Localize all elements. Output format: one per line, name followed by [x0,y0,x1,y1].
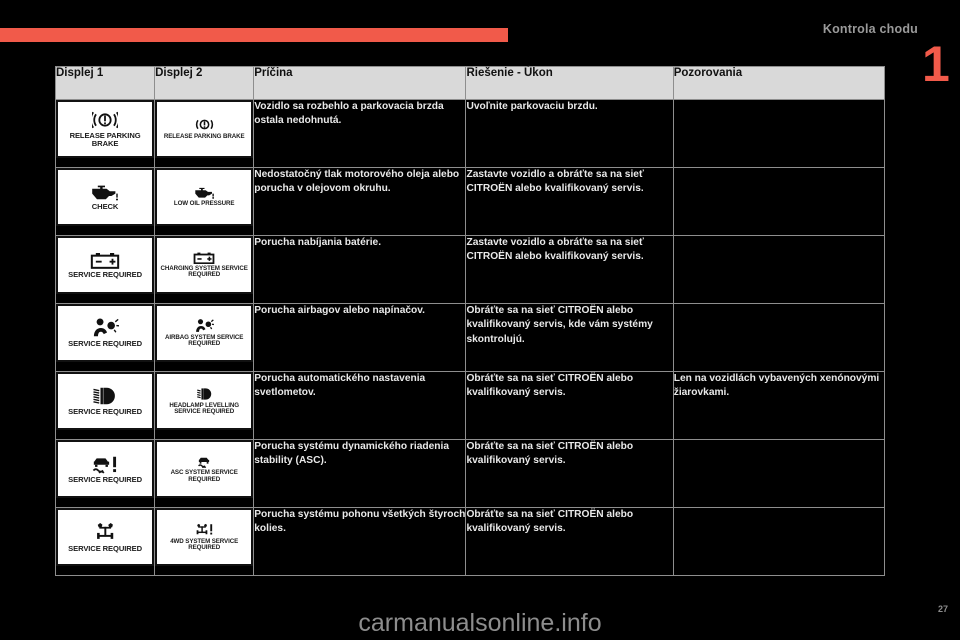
table-row: SERVICE REQUIRED AIRBAG SYSTEM SERVICE R… [54,303,886,372]
table-header-row: Displej 1 Displej 2 Príčina Riešenie - Ú… [54,66,886,100]
warning-tile: HEADLAMP LEVELLING SERVICE REQUIRED [155,372,254,430]
accent-bar [0,28,508,42]
cause-cell: Porucha automatického nastavenia svetlom… [253,371,467,440]
solution-cell: Zastavte vozidlo a obráťte sa na sieť CI… [465,167,674,236]
asc-stability-icon [195,455,213,469]
headlamp-levelling-icon [91,386,119,406]
cause-cell: Porucha airbagov alebo napínačov. [253,303,467,372]
solution-cell: Obráťte sa na sieť CITROËN alebo kvalifi… [465,303,674,372]
observations-cell [672,167,886,236]
chapter-number: 1 [922,36,950,92]
tile-caption: RELEASE PARKING BRAKE [163,133,245,141]
brake-warning-icon [89,110,121,130]
observations-cell [672,303,886,372]
headlamp-levelling-icon [195,387,214,401]
display1-cell: CHECK [54,167,156,236]
tile-caption: CHECK [91,202,119,212]
display1-cell: SERVICE REQUIRED [54,507,156,576]
display2-cell: LOW OIL PRESSURE [154,167,255,236]
manual-page: { "page": { "chapter_title": "Kontrola c… [0,0,960,640]
warning-tile: RELEASE PARKING BRAKE [155,100,254,158]
warning-tile: LOW OIL PRESSURE [155,168,254,226]
cause-cell: Porucha systému pohonu všetkých štyroch … [253,507,467,576]
table-row: SERVICE REQUIRED CHARGING SYSTEM SERVICE… [54,235,886,304]
solution-cell: Zastavte vozidlo a obráťte sa na sieť CI… [465,235,674,304]
airbag-icon [91,318,120,338]
tile-caption: 4WD SYSTEM SERVICE REQUIRED [170,537,239,551]
cause-cell: Porucha systému dynamického riadenia sta… [253,439,467,508]
watermark: carmanualsonline.info [358,609,602,637]
column-header-cause: Príčina [253,66,467,100]
display2-cell: ASC SYSTEM SERVICE REQUIRED [154,439,255,508]
display2-cell: AIRBAG SYSTEM SERVICE REQUIRED [154,303,255,372]
tile-caption: SERVICE REQUIRED [68,543,142,553]
warning-tile: SERVICE REQUIRED [56,372,155,430]
tile-caption: HEADLAMP LEVELLING SERVICE REQUIRED [169,401,239,415]
warning-tile: SERVICE REQUIRED [56,440,155,498]
solution-cell: Obráťte sa na sieť CITROËN alebo kvalifi… [465,439,674,508]
cause-cell: Vozidlo sa rozbehlo a parkovacia brzda o… [253,99,467,168]
observations-cell [672,507,886,576]
tile-caption: CHARGING SYSTEM SERVICE REQUIRED [160,264,248,278]
column-header-solution: Riešenie - Úkon [465,66,674,100]
warning-tile: RELEASE PARKING BRAKE [56,100,155,158]
asc-stability-icon [91,454,120,474]
warning-tile: SERVICE REQUIRED [56,236,155,294]
warning-tile: 4WD SYSTEM SERVICE REQUIRED [155,508,254,566]
display1-cell: SERVICE REQUIRED [54,371,156,440]
display1-cell: SERVICE REQUIRED [54,235,156,304]
brake-warning-icon [195,117,214,132]
table-row: SERVICE REQUIRED HEADLAMP LEVELLING SERV… [54,371,886,440]
tile-caption: LOW OIL PRESSURE [173,200,235,208]
warning-tile: SERVICE REQUIRED [56,508,155,566]
warning-tile: AIRBAG SYSTEM SERVICE REQUIRED [155,304,254,362]
table-body: RELEASE PARKING BRAKE RELEASE PARKING BR… [54,99,886,576]
oil-can-icon [193,186,216,200]
column-header-observations: Pozorovania [672,66,886,100]
tile-caption: AIRBAG SYSTEM SERVICE REQUIRED [165,333,244,347]
display2-cell: CHARGING SYSTEM SERVICE REQUIRED [154,235,255,304]
display1-cell: SERVICE REQUIRED [54,303,156,372]
tile-caption: SERVICE REQUIRED [68,339,142,349]
solution-cell: Obráťte sa na sieť CITROËN alebo kvalifi… [465,371,674,440]
column-header-display1: Displej 1 [54,66,156,100]
battery-icon [90,252,120,269]
observations-cell [672,235,886,304]
warning-tile: CHECK [56,168,155,226]
display2-cell: 4WD SYSTEM SERVICE REQUIRED [154,507,255,576]
table-head: Displej 1 Displej 2 Príčina Riešenie - Ú… [54,66,886,100]
tile-caption: ASC SYSTEM SERVICE REQUIRED [170,469,238,483]
display1-cell: RELEASE PARKING BRAKE [54,99,156,168]
tile-caption: SERVICE REQUIRED [68,407,142,417]
chapter-title: Kontrola chodu [822,22,918,36]
oil-can-icon [89,183,121,201]
four-wheel-drive-icon [194,523,215,537]
display1-cell: SERVICE REQUIRED [54,439,156,508]
four-wheel-drive-icon [92,522,118,543]
table-row: RELEASE PARKING BRAKE RELEASE PARKING BR… [54,99,886,168]
table-row: SERVICE REQUIRED 4WD SYSTEM SERVICE REQU… [54,507,886,576]
battery-icon [193,252,215,264]
display2-cell: HEADLAMP LEVELLING SERVICE REQUIRED [154,371,255,440]
cause-cell: Nedostatočný tlak motorového oleja alebo… [253,167,467,236]
observations-cell [672,439,886,508]
cause-cell: Porucha nabíjania batérie. [253,235,467,304]
observations-cell: Len na vozidlách vybavených xenónovými ž… [672,371,886,440]
warning-lights-table-wrapper: Displej 1 Displej 2 Príčina Riešenie - Ú… [54,66,886,576]
table-row: SERVICE REQUIRED ASC SYSTEM SERVICE REQU… [54,439,886,508]
table-row: CHECK LOW OIL PRESSURE Nedostatočný tlak… [54,167,886,236]
observations-cell [672,99,886,168]
warning-tile: ASC SYSTEM SERVICE REQUIRED [155,440,254,498]
column-header-display2: Displej 2 [154,66,255,100]
display2-cell: RELEASE PARKING BRAKE [154,99,255,168]
warning-lights-table: Displej 1 Displej 2 Príčina Riešenie - Ú… [54,66,886,576]
tile-caption: SERVICE REQUIRED [68,475,142,485]
tile-caption: SERVICE REQUIRED [68,269,142,279]
airbag-icon [194,318,215,333]
tile-caption: RELEASE PARKING BRAKE [69,131,141,148]
solution-cell: Uvoľnite parkovaciu brzdu. [465,99,674,168]
warning-tile: CHARGING SYSTEM SERVICE REQUIRED [155,236,254,294]
solution-cell: Obráťte sa na sieť CITROËN alebo kvalifi… [465,507,674,576]
warning-tile: SERVICE REQUIRED [56,304,155,362]
